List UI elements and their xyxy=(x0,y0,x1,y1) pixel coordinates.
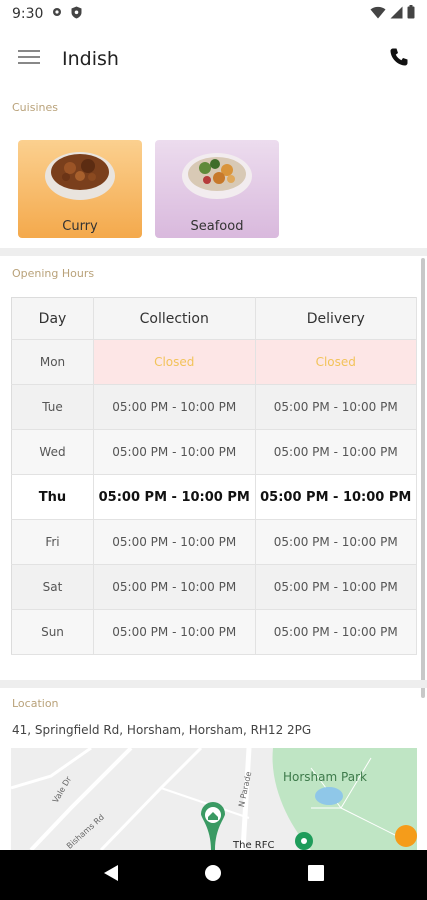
opening-hours-label: Opening Hours xyxy=(12,267,95,280)
header-delivery: Delivery xyxy=(255,297,417,340)
hamburger-menu-icon[interactable] xyxy=(18,49,40,69)
hours-row-thu: Thu 05:00 PM - 10:00 PM 05:00 PM - 10:00… xyxy=(11,474,417,520)
day-cell: Thu xyxy=(11,474,94,520)
nav-home-icon[interactable] xyxy=(204,864,222,886)
delivery-cell: 05:00 PM - 10:00 PM xyxy=(255,564,417,610)
battery-icon xyxy=(407,5,415,23)
cuisine-card-curry[interactable]: Curry xyxy=(18,140,142,238)
day-cell: Sat xyxy=(11,564,94,610)
section-divider xyxy=(0,680,427,688)
cuisine-card-seafood[interactable]: Seafood xyxy=(155,140,279,238)
delivery-cell: 05:00 PM - 10:00 PM xyxy=(255,474,417,520)
hours-row-fri: Fri 05:00 PM - 10:00 PM 05:00 PM - 10:00… xyxy=(11,519,417,565)
section-divider xyxy=(0,248,427,256)
delivery-cell: 05:00 PM - 10:00 PM xyxy=(255,384,417,430)
nav-back-icon[interactable] xyxy=(103,864,119,886)
hours-row-tue: Tue 05:00 PM - 10:00 PM 05:00 PM - 10:00… xyxy=(11,384,417,430)
scrollbar[interactable] xyxy=(421,258,425,698)
collection-cell: 05:00 PM - 10:00 PM xyxy=(93,519,256,565)
header-day: Day xyxy=(11,297,94,340)
delivery-cell: 05:00 PM - 10:00 PM xyxy=(255,519,417,565)
status-bar: 9:30 xyxy=(0,0,427,28)
delivery-cell: 05:00 PM - 10:00 PM xyxy=(255,609,417,655)
delivery-cell: Closed xyxy=(255,339,417,385)
system-nav-bar xyxy=(0,850,427,900)
day-cell: Tue xyxy=(11,384,94,430)
hours-row-wed: Wed 05:00 PM - 10:00 PM 05:00 PM - 10:00… xyxy=(11,429,417,475)
collection-cell: Closed xyxy=(93,339,256,385)
hours-header-row: Day Collection Delivery xyxy=(11,297,417,340)
collection-cell: 05:00 PM - 10:00 PM xyxy=(93,609,256,655)
settings-gear-icon xyxy=(51,6,63,22)
page-title: Indish xyxy=(62,48,119,70)
delivery-cell: 05:00 PM - 10:00 PM xyxy=(255,429,417,475)
map-label-park: Horsham Park xyxy=(283,770,367,784)
hours-row-sat: Sat 05:00 PM - 10:00 PM 05:00 PM - 10:00… xyxy=(11,564,417,610)
cuisine-name-seafood: Seafood xyxy=(190,219,244,234)
curry-dish-image xyxy=(44,146,116,202)
seafood-dish-image xyxy=(181,146,253,202)
collection-cell: 05:00 PM - 10:00 PM xyxy=(93,429,256,475)
shield-icon xyxy=(71,6,82,23)
map-label-poi: The RFC xyxy=(233,840,275,850)
wifi-icon xyxy=(370,6,386,23)
phone-icon[interactable] xyxy=(389,47,409,71)
app-bar: Indish xyxy=(0,28,427,90)
hours-row-mon: Mon Closed Closed xyxy=(11,339,417,385)
collection-cell: 05:00 PM - 10:00 PM xyxy=(93,564,256,610)
map-view[interactable]: Horsham Park Vale Dr Bishams Rd N Parade… xyxy=(11,748,417,850)
cuisines-list: Curry Seafood xyxy=(18,140,279,238)
location-label: Location xyxy=(12,697,59,710)
signal-icon xyxy=(390,6,403,23)
opening-hours-table: Day Collection Delivery Mon Closed Close… xyxy=(11,297,417,655)
day-cell: Mon xyxy=(11,339,94,385)
header-collection: Collection xyxy=(93,297,256,340)
collection-cell: 05:00 PM - 10:00 PM xyxy=(93,384,256,430)
day-cell: Fri xyxy=(11,519,94,565)
collection-cell: 05:00 PM - 10:00 PM xyxy=(93,474,256,520)
hours-row-sun: Sun 05:00 PM - 10:00 PM 05:00 PM - 10:00… xyxy=(11,609,417,655)
status-time: 9:30 xyxy=(12,6,44,22)
day-cell: Wed xyxy=(11,429,94,475)
cuisine-name-curry: Curry xyxy=(62,219,98,234)
day-cell: Sun xyxy=(11,609,94,655)
nav-recents-icon[interactable] xyxy=(308,865,325,885)
cuisines-section-label: Cuisines xyxy=(12,101,58,114)
address-text: 41, Springfield Rd, Horsham, Horsham, RH… xyxy=(12,723,312,737)
